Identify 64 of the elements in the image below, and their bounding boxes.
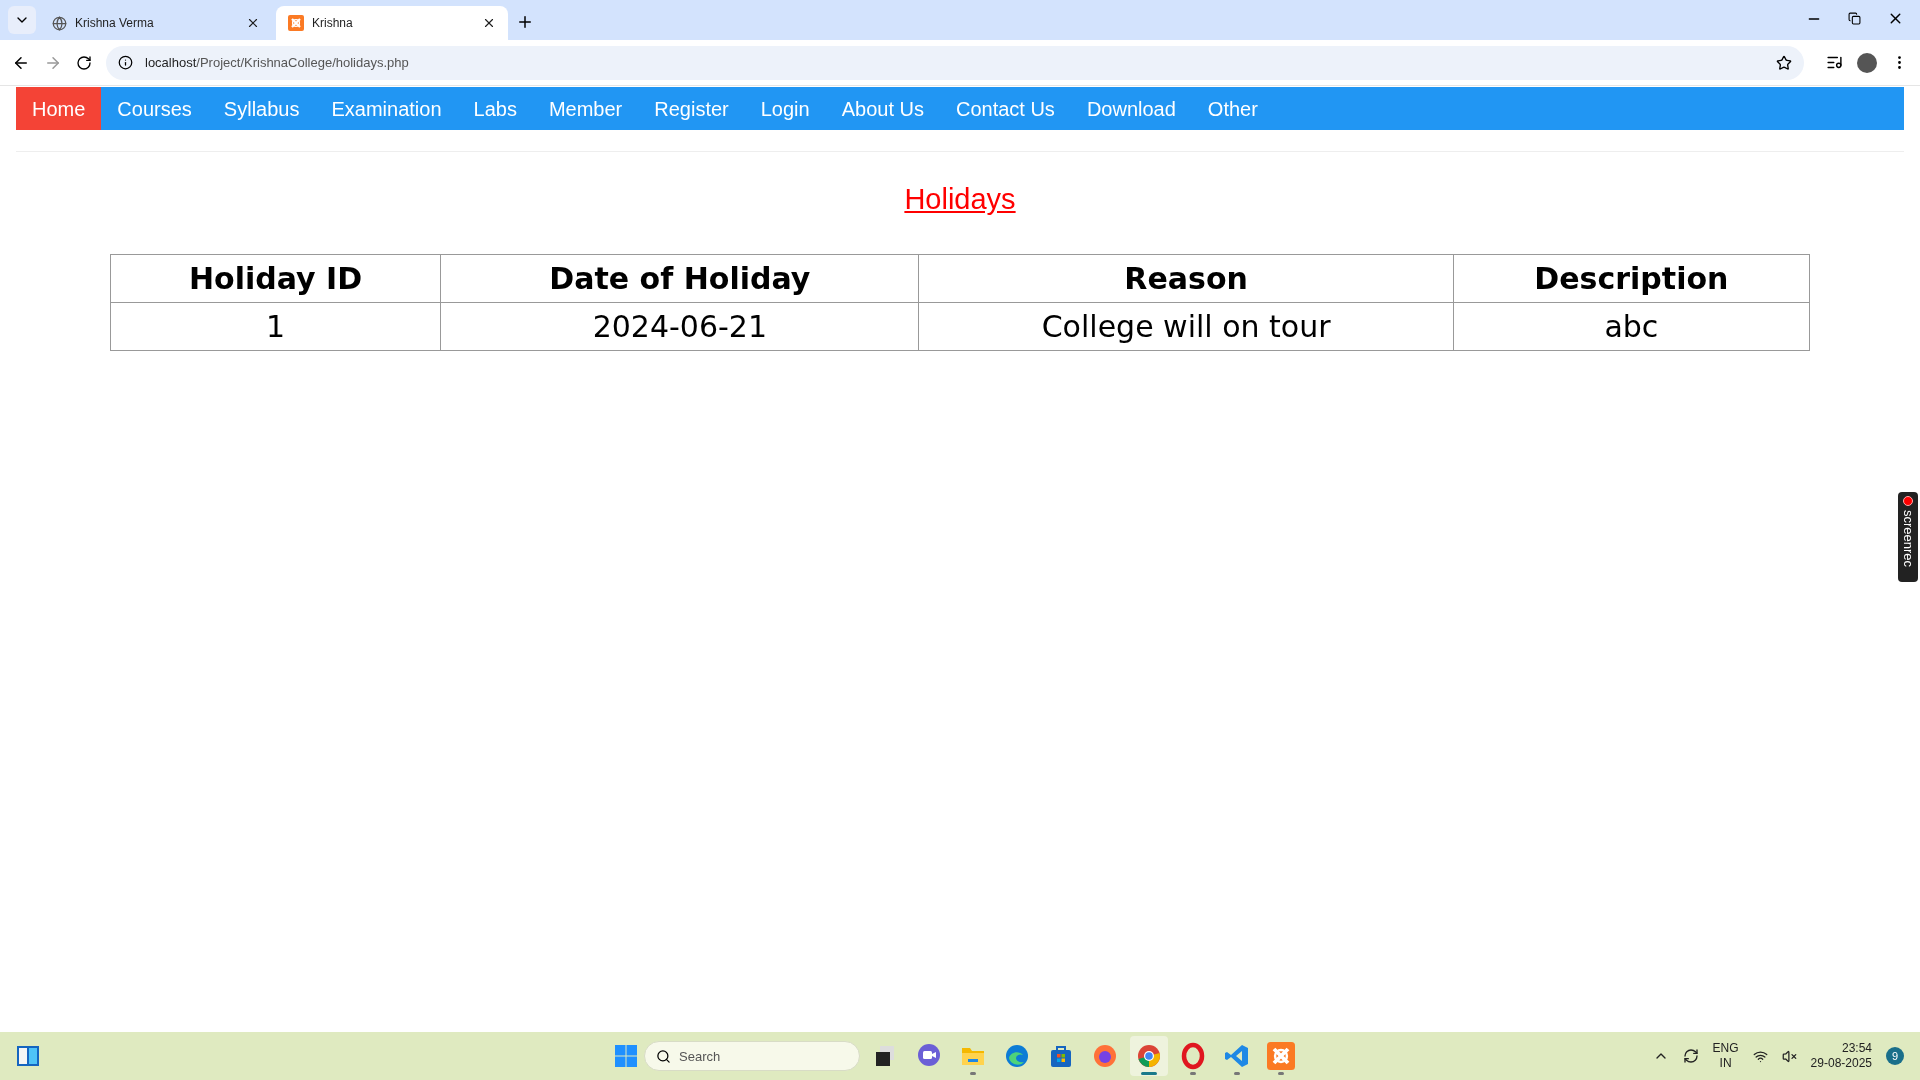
wifi-icon[interactable] <box>1752 1048 1768 1064</box>
running-indicator <box>1234 1072 1240 1075</box>
address-bar[interactable]: localhost/Project/KrishnaCollege/holidays.php <box>106 45 1804 80</box>
close-icon[interactable] <box>482 16 496 30</box>
nav-link[interactable]: Other <box>1191 87 1274 130</box>
notification-badge[interactable]: 9 <box>1886 1047 1904 1065</box>
nav-link[interactable]: Member <box>532 87 639 130</box>
media-queue-icon[interactable] <box>1826 54 1843 71</box>
nav-link[interactable]: Labs <box>457 87 533 130</box>
nav-link[interactable]: Contact Us <box>939 87 1071 130</box>
table-cell: College will on tour <box>918 302 1454 350</box>
info-icon <box>118 55 133 70</box>
page-title-link[interactable]: Holidays <box>904 178 1016 222</box>
running-indicator <box>1141 1072 1157 1075</box>
xampp-icon[interactable] <box>1267 1042 1295 1070</box>
clock-date[interactable]: 29-08-2025 <box>1810 1056 1872 1071</box>
tab-title: Krishna Verma <box>75 15 155 32</box>
tab-list-button[interactable] <box>8 6 36 34</box>
language-label[interactable]: ENG <box>1712 1041 1739 1056</box>
region-label[interactable]: IN <box>1719 1056 1732 1071</box>
close-icon[interactable] <box>246 16 260 30</box>
column-header: Reason <box>918 254 1454 302</box>
running-indicator <box>1190 1072 1196 1075</box>
widgets-icon[interactable] <box>16 1044 40 1068</box>
table-cell: 1 <box>110 302 441 350</box>
nav-link[interactable]: Syllabus <box>207 87 316 130</box>
nav-link[interactable]: Examination <box>315 87 458 130</box>
browser-tab[interactable]: Krishna Verma <box>40 6 272 40</box>
running-indicator <box>970 1072 976 1075</box>
nav-link[interactable]: Download <box>1070 87 1192 130</box>
xampp-icon <box>288 15 304 31</box>
nav-link[interactable]: About Us <box>825 87 940 130</box>
url-text: localhost/Project/KrishnaCollege/holidays.php <box>145 53 410 72</box>
nav-link[interactable]: Home <box>16 87 102 130</box>
search-icon <box>656 1049 671 1064</box>
recorder-label: screenrec <box>1901 510 1915 568</box>
running-indicator <box>1278 1072 1284 1075</box>
browser-icon[interactable] <box>1003 1042 1031 1070</box>
column-header: Description <box>1453 254 1810 302</box>
star-icon[interactable] <box>1776 54 1792 71</box>
restore-icon[interactable] <box>1848 12 1861 25</box>
column-header: Date of Holiday <box>440 254 919 302</box>
new-tab-icon[interactable] <box>516 13 534 31</box>
code-editor-icon[interactable] <box>1223 1042 1251 1070</box>
start-icon[interactable] <box>614 1044 638 1068</box>
sync-icon[interactable] <box>1682 1048 1699 1064</box>
volume-muted-icon[interactable] <box>1781 1048 1797 1064</box>
taskbar-search-field[interactable]: Search <box>644 1041 860 1071</box>
globe-icon <box>52 15 67 31</box>
column-header: Holiday ID <box>110 254 441 302</box>
reload-icon[interactable] <box>76 54 92 71</box>
tab-title: Krishna <box>312 15 354 32</box>
chrome-browser-icon[interactable] <box>1135 1042 1163 1070</box>
nav-link[interactable]: Register <box>638 87 745 130</box>
table-cell: abc <box>1453 302 1810 350</box>
browser-tab[interactable]: Krishna <box>276 6 508 40</box>
avatar-silhouette[interactable] <box>1857 52 1877 73</box>
nav-link[interactable]: Login <box>744 87 826 130</box>
clock-time[interactable]: 23:54 <box>1841 1041 1872 1056</box>
opera-browser-icon[interactable] <box>1179 1042 1207 1070</box>
nav-link[interactable]: Courses <box>101 87 208 130</box>
table-cell: 2024-06-21 <box>440 302 919 350</box>
recorder-tab[interactable]: screenrec <box>1898 492 1918 582</box>
fox-browser-icon[interactable] <box>1091 1042 1119 1070</box>
